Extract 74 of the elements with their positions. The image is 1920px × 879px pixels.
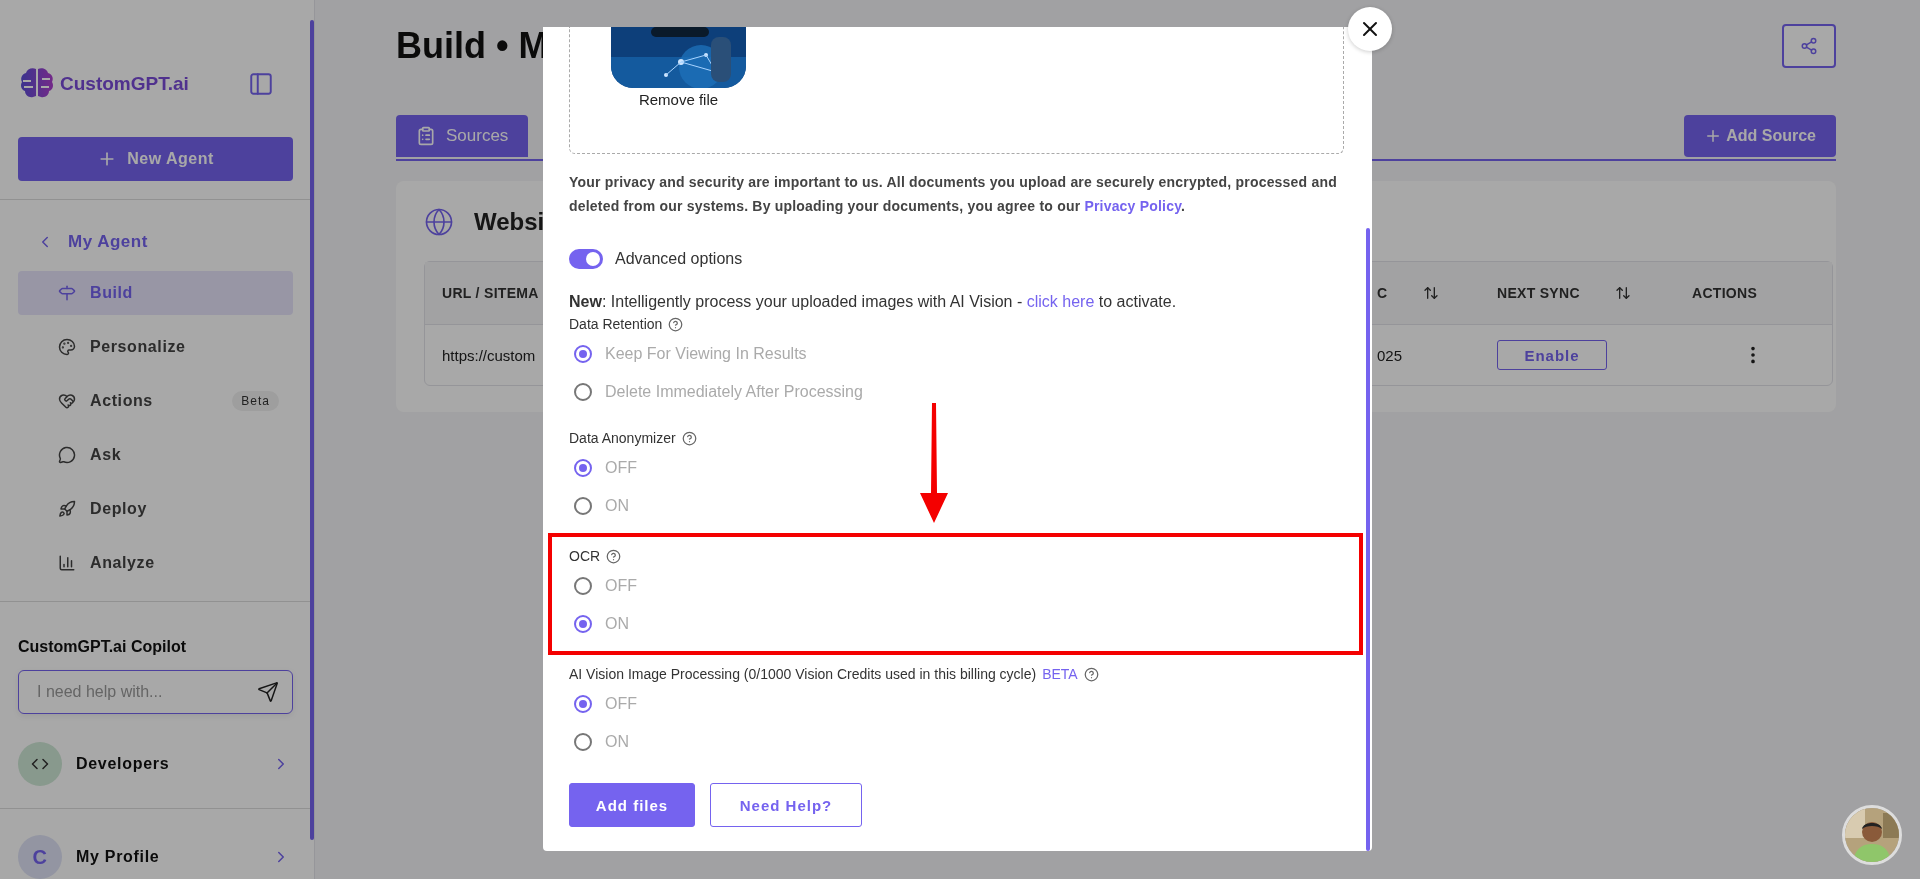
radio-option[interactable]: ON [569,605,1344,643]
share-icon [1800,37,1818,55]
table-cell: https://custom [442,346,536,364]
toggle-label: Advanced options [615,250,743,268]
help-icon[interactable] [1083,666,1099,682]
sidebar-toggle-icon[interactable] [248,70,274,97]
help-icon[interactable] [681,430,697,446]
radio-button[interactable] [574,383,592,401]
advanced-toggle[interactable] [569,249,603,269]
nav-icon [58,284,76,303]
section-label: AI Vision Image Processing (0/1000 Vision Credits used in this billing cycle) [569,666,1037,682]
radio-option[interactable]: OFF [569,567,1344,605]
radio-option[interactable]: OFF [569,685,1344,723]
help-icon[interactable] [606,548,622,564]
add-source-button[interactable]: Add Source [1684,115,1836,157]
send-icon[interactable] [257,681,279,704]
developers-link[interactable]: Developers [18,742,290,787]
nav-icon [58,392,76,411]
radio-option[interactable]: ON [569,723,1344,761]
logo-text: CustomGPT.ai [60,72,189,95]
nav-icon [58,500,76,519]
radio-option[interactable]: Delete Immediately After Processing [569,373,1344,411]
help-button[interactable]: Need Help? [710,783,862,827]
nav-item[interactable]: Actions Beta [18,379,293,424]
globe-icon [424,207,454,237]
section-label: Data Retention [569,316,663,332]
nav-icon [58,338,76,357]
radio-button[interactable] [574,577,592,595]
sources-tab[interactable]: Sources [396,115,529,157]
sort-icon[interactable] [1614,285,1631,301]
drop-zone[interactable]: Remove file [569,27,1344,154]
radio-button[interactable] [574,345,592,363]
card-title: Websi [474,208,545,236]
help-icon[interactable] [668,316,684,332]
scrollbar[interactable] [310,20,314,840]
radio-button[interactable] [574,615,592,633]
radio-button[interactable] [574,695,592,713]
nav-icon [58,446,76,465]
privacy-text: Your privacy and security are important to us. All documents you upload are securely encrypted, processed and deleted from our systems. By uploading your documents, you agree to our Privacy Policy. [569,173,1338,216]
close-button[interactable] [1348,7,1392,51]
section-label: Data Anonymizer [569,430,676,446]
nav-item[interactable]: Personalize [18,325,293,370]
nav-icon [58,554,76,573]
radio-option[interactable]: ON [569,487,1344,525]
new-agent-button[interactable]: New Agent [18,137,293,181]
radio-option[interactable]: Keep For Viewing In Results [569,335,1344,373]
beta-tag: BETA [1042,666,1078,682]
nav-item[interactable]: Deploy [18,487,293,532]
radio-button[interactable] [574,733,592,751]
section-label: OCR [569,548,601,564]
clipboard-icon [416,126,436,146]
column-header[interactable]: C [1375,285,1497,301]
profile-link[interactable]: C My Profile [18,835,290,879]
enable-button[interactable]: Enable [1497,340,1607,370]
column-header[interactable]: ACTIONS [1692,285,1832,301]
share-button[interactable] [1782,24,1836,68]
radio-option[interactable]: OFF [569,449,1344,487]
notice-text: New: Intelligently process your uploaded images with AI Vision - click here to activate. [569,293,1178,311]
add-files-button[interactable]: Add files [569,783,695,827]
copilot-input-field[interactable]: I need help with... [18,670,293,715]
nav-item[interactable]: Build [18,271,293,316]
sort-icon[interactable] [1423,285,1440,301]
column-header[interactable]: NEXT SYNC [1497,285,1692,301]
radio-button[interactable] [574,497,592,515]
chat-avatar[interactable] [1842,805,1902,865]
beta-badge: Beta [232,391,279,412]
nav-item[interactable]: Analyze [18,541,293,586]
remove-file-link[interactable]: Remove file [611,91,746,108]
click-here-link[interactable]: click here [1026,293,1095,310]
copilot-title: CustomGPT.ai Copilot [18,638,187,657]
table-cell: 025 [1377,346,1403,364]
radio-button[interactable] [574,459,592,477]
scrollbar[interactable] [1366,228,1370,851]
nav-item[interactable]: Ask [18,433,293,478]
